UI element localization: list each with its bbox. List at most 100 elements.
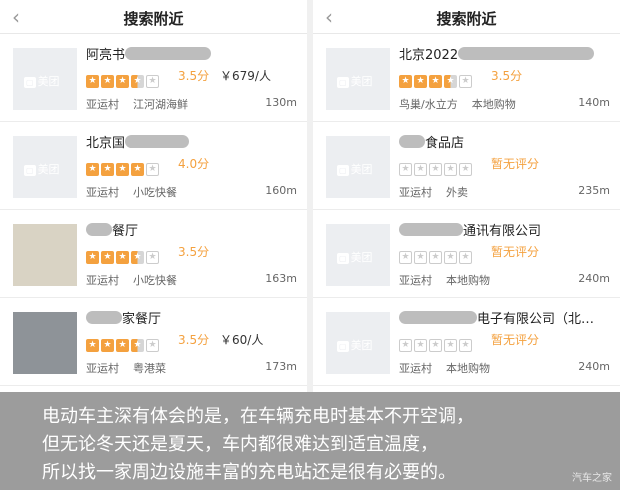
rating-stars: ★ ★ ★ ★ ★ (86, 68, 161, 88)
shop-thumbnail: ▢ 美团 (326, 48, 390, 110)
star-empty-icon: ★ (429, 163, 442, 176)
meituan-logo-icon: ▢ 美团 (337, 339, 373, 352)
rating-stars: ★ ★ ★ ★ ★ (399, 332, 474, 352)
list-item[interactable]: ▢ 美团 电子有限公司（北… ★ ★ ★ ★ ★ 暂无评分 亚运村 本地购物 240m (313, 298, 620, 386)
star-full-icon: ★ (131, 163, 144, 176)
star-full-icon: ★ (429, 75, 442, 88)
list-item[interactable]: 家餐厅 ★ ★ ★ ★ ★ 3.5分 ￥60/人 亚运村 粤港菜 173m (0, 298, 307, 386)
shop-thumbnail: ▢ 美团 (13, 48, 77, 110)
page-title: 搜索附近 (436, 10, 497, 28)
shop-meta: 鸟巢/水立方 本地购物 (399, 98, 516, 111)
star-full-icon: ★ (86, 339, 99, 352)
caption-line: 所以找一家周边设施丰富的充电站还是很有必要的。 (42, 462, 456, 483)
shop-thumbnail: ▢ 美团 (326, 224, 390, 286)
star-full-icon: ★ (86, 163, 99, 176)
shop-meta: 亚运村 江河湖海鲜 (86, 98, 188, 111)
meituan-logo-icon: ▢ 美团 (24, 163, 60, 176)
rating-score: 暂无评分 (491, 333, 540, 347)
star-empty-icon: ★ (399, 251, 412, 264)
shop-name: 北京2022 (399, 44, 595, 63)
list-item[interactable]: ▢ 美团 北京2022 ★ ★ ★ ★ ★ 3.5分 鸟巢/水立方 本地购物 140m (313, 34, 620, 122)
rating-score: 4.0分 (178, 157, 210, 171)
star-empty-icon: ★ (146, 163, 159, 176)
star-full-icon: ★ (116, 251, 129, 264)
star-full-icon: ★ (414, 75, 427, 88)
star-empty-icon: ★ (146, 75, 159, 88)
rating-stars: ★ ★ ★ ★ ★ (399, 156, 474, 176)
distance: 163m (265, 272, 297, 285)
star-empty-icon: ★ (444, 251, 457, 264)
shop-thumbnail: ▢ 美团 (326, 136, 390, 198)
distance: 160m (265, 184, 297, 197)
star-empty-icon: ★ (459, 339, 472, 352)
rating-stars: ★ ★ ★ ★ ★ (86, 332, 161, 352)
food-photo (13, 224, 77, 286)
rating-score: 3.5分 (491, 69, 523, 83)
watermark: 汽车之家 (572, 473, 612, 484)
star-full-icon: ★ (86, 251, 99, 264)
star-empty-icon: ★ (444, 163, 457, 176)
list-item[interactable]: ▢ 美团 食品店 ★ ★ ★ ★ ★ 暂无评分 亚运村 外卖 235m (313, 122, 620, 210)
shop-name: 北京国 (86, 132, 190, 151)
distance: 130m (265, 96, 297, 109)
list-item[interactable]: ▢ 美团 北京国 ★ ★ ★ ★ ★ 4.0分 亚运村 小吃快餐 160m (0, 122, 307, 210)
shop-name: 家餐厅 (86, 308, 161, 327)
shop-thumbnail: ▢ 美团 (13, 136, 77, 198)
star-full-icon: ★ (116, 75, 129, 88)
rating-stars: ★ ★ ★ ★ ★ (399, 244, 474, 264)
distance: 240m (578, 272, 610, 285)
list-item[interactable]: ▢ 美团 阿亮书 ★ ★ ★ ★ ★ 3.5分 ￥679/人 亚运村 江河湖海鲜 130m (0, 34, 307, 122)
distance: 140m (578, 96, 610, 109)
header: ‹ 搜索附近 (313, 0, 620, 34)
meituan-logo-icon: ▢ 美团 (337, 75, 373, 88)
shop-thumbnail: ▢ 美团 (326, 312, 390, 374)
star-half-icon: ★ (131, 75, 144, 88)
star-empty-icon: ★ (459, 163, 472, 176)
rating-stars: ★ ★ ★ ★ ★ (86, 244, 161, 264)
shop-meta: 亚运村 小吃快餐 (86, 274, 177, 287)
star-empty-icon: ★ (414, 339, 427, 352)
star-full-icon: ★ (101, 163, 114, 176)
shop-name: 餐厅 (86, 220, 138, 239)
star-full-icon: ★ (399, 75, 412, 88)
shop-meta: 亚运村 本地购物 (399, 362, 490, 375)
rating-score: 3.5分 (178, 245, 210, 259)
star-empty-icon: ★ (146, 339, 159, 352)
distance: 173m (265, 360, 297, 373)
distance: 240m (578, 360, 610, 373)
list-item[interactable]: 餐厅 ★ ★ ★ ★ ★ 3.5分 亚运村 小吃快餐 163m (0, 210, 307, 298)
star-empty-icon: ★ (399, 163, 412, 176)
page-title: 搜索附近 (123, 10, 184, 28)
avg-price: ￥679/人 (220, 69, 271, 83)
shop-meta: 亚运村 本地购物 (399, 274, 490, 287)
star-half-icon: ★ (131, 251, 144, 264)
rating-score: 暂无评分 (491, 245, 540, 259)
meituan-logo-icon: ▢ 美团 (337, 251, 373, 264)
star-empty-icon: ★ (444, 339, 457, 352)
shop-meta: 亚运村 小吃快餐 (86, 186, 177, 199)
caption-line: 但无论冬天还是夏天，车内都很难达到适宜温度， (42, 434, 438, 455)
star-empty-icon: ★ (414, 163, 427, 176)
star-empty-icon: ★ (459, 75, 472, 88)
caption-banner: 电动车主深有体会的是，在车辆充电时基本不开空调， 但无论冬天还是夏天，车内都很难… (0, 392, 620, 490)
star-full-icon: ★ (101, 75, 114, 88)
shop-name: 食品店 (399, 132, 464, 151)
street-photo (13, 312, 77, 374)
shop-name: 通讯有限公司 (399, 220, 541, 239)
star-full-icon: ★ (116, 163, 129, 176)
star-empty-icon: ★ (459, 251, 472, 264)
star-empty-icon: ★ (429, 251, 442, 264)
star-full-icon: ★ (86, 75, 99, 88)
rating-score: 暂无评分 (491, 157, 540, 171)
avg-price: ￥60/人 (220, 333, 264, 347)
list-item[interactable]: ▢ 美团 通讯有限公司 ★ ★ ★ ★ ★ 暂无评分 亚运村 本地购物 240m (313, 210, 620, 298)
star-half-icon: ★ (444, 75, 457, 88)
star-full-icon: ★ (101, 339, 114, 352)
rating-stars: ★ ★ ★ ★ ★ (399, 68, 474, 88)
rating-stars: ★ ★ ★ ★ ★ (86, 156, 161, 176)
star-full-icon: ★ (116, 339, 129, 352)
shop-meta: 亚运村 外卖 (399, 186, 468, 199)
distance: 235m (578, 184, 610, 197)
rating-score: 3.5分 (178, 69, 210, 83)
caption-line: 电动车主深有体会的是，在车辆充电时基本不开空调， (42, 406, 474, 427)
